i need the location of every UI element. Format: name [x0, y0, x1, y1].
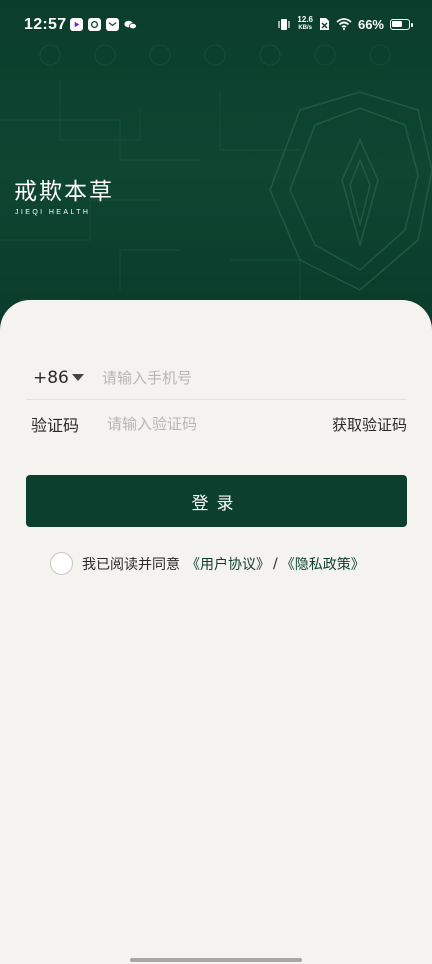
get-code-button[interactable]: 获取验证码: [332, 414, 407, 435]
home-indicator[interactable]: [130, 958, 302, 962]
vibrate-icon: [278, 18, 290, 30]
privacy-policy-link[interactable]: 《隐私政策》: [281, 554, 365, 574]
brand-name-en: JIEQI HEALTH: [15, 209, 91, 216]
header-banner: 12:57 12.6 KB/s 66% 戒欺本草 JIEQI HEALTH: [0, 0, 432, 340]
status-bar: 12:57 12.6 KB/s 66%: [0, 0, 432, 52]
user-agreement-link[interactable]: 《用户协议》: [186, 554, 270, 574]
phone-input[interactable]: [102, 368, 382, 387]
mail-app-icon: [106, 18, 119, 31]
dropdown-caret-icon[interactable]: [72, 374, 84, 381]
wifi-icon: [336, 18, 352, 30]
brand-name-cn: 戒欺本草: [14, 179, 114, 205]
notification-icons: [70, 18, 137, 31]
no-sim-icon: [319, 18, 329, 30]
battery-icon: [390, 18, 413, 30]
agreement-prefix: 我已阅读并同意: [82, 556, 180, 573]
agreement-separator: /: [273, 555, 278, 572]
agreement-row: 我已阅读并同意 《用户协议》 / 《隐私政策》: [50, 552, 365, 575]
login-button[interactable]: 登录: [26, 475, 407, 527]
country-code[interactable]: +86: [26, 368, 70, 388]
agreement-checkbox[interactable]: [50, 552, 73, 575]
phone-row: +86: [26, 356, 407, 400]
verification-code-input[interactable]: [107, 415, 327, 433]
verification-code-label: 验证码: [31, 416, 80, 435]
video-app-icon: [70, 18, 83, 31]
brand-logo: 戒欺本草 JIEQI HEALTH: [14, 172, 114, 216]
network-speed-unit: KB/s: [298, 25, 313, 31]
network-speed-value: 12.6: [297, 15, 313, 24]
login-button-label: 登录: [191, 493, 242, 514]
browser-app-icon: [88, 18, 101, 31]
battery-percent: 66%: [357, 16, 384, 32]
network-speed: 12.6 KB/s: [297, 16, 313, 32]
battery-level: [392, 20, 402, 27]
wechat-icon: [124, 18, 137, 31]
status-indicators: 12.6 KB/s 66%: [277, 16, 413, 32]
verification-code-row: 验证码 获取验证码: [26, 402, 407, 446]
status-time: 12:57: [24, 16, 67, 33]
